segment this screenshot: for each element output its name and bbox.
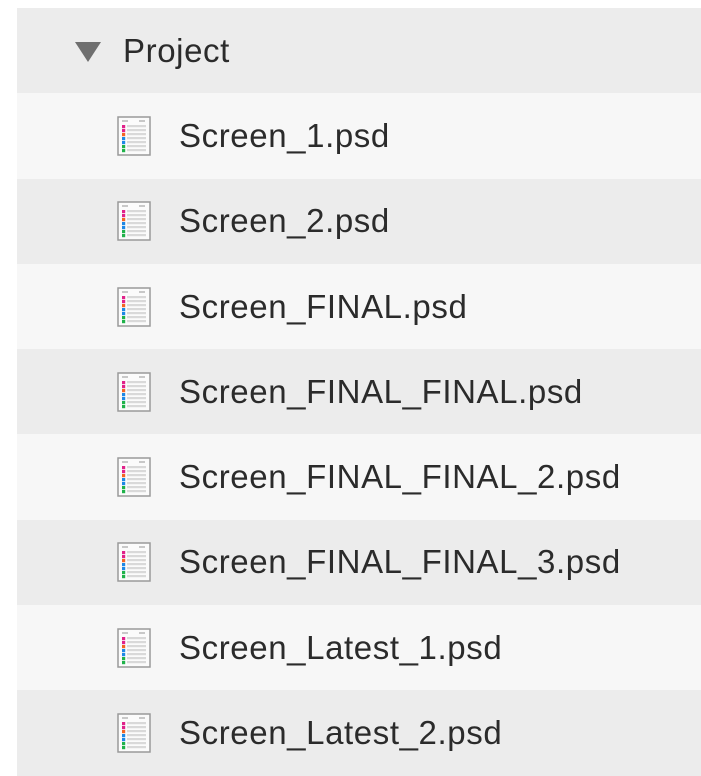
triangle-down-icon[interactable] — [75, 41, 101, 62]
file-row-screen-latest-1[interactable]: Screen_Latest_1.psd — [17, 605, 701, 691]
psd-file-icon — [117, 286, 151, 327]
project-folder-row[interactable]: Project — [17, 8, 701, 94]
file-name: Screen_Latest_2.psd — [179, 714, 503, 752]
psd-file-icon — [117, 201, 151, 241]
psd-file-icon — [117, 457, 151, 497]
psd-file-icon — [117, 627, 151, 668]
project-folder-label: Project — [123, 31, 230, 69]
psd-file-icon — [117, 713, 151, 753]
file-name: Screen_Latest_1.psd — [179, 628, 503, 666]
file-name: Screen_FINAL_FINAL.psd — [179, 372, 583, 410]
file-name: Screen_FINAL.psd — [179, 287, 468, 325]
file-row-screen-final-final[interactable]: Screen_FINAL_FINAL.psd — [17, 349, 701, 435]
file-name: Screen_1.psd — [179, 116, 390, 154]
file-row-screen-2[interactable]: Screen_2.psd — [17, 178, 701, 264]
file-name: Screen_FINAL_FINAL_2.psd — [179, 458, 621, 496]
file-name: Screen_FINAL_FINAL_3.psd — [179, 543, 621, 581]
psd-file-icon — [117, 372, 151, 412]
file-tree: Project Screen_1.psd Screen_2.psd Screen… — [17, 8, 701, 776]
file-name: Screen_2.psd — [179, 202, 390, 240]
file-row-screen-latest-2[interactable]: Screen_Latest_2.psd — [17, 690, 701, 776]
file-row-screen-final-final-2[interactable]: Screen_FINAL_FINAL_2.psd — [17, 434, 701, 520]
file-row-screen-final-final-3[interactable]: Screen_FINAL_FINAL_3.psd — [17, 519, 701, 606]
file-row-screen-final[interactable]: Screen_FINAL.psd — [17, 263, 701, 350]
psd-file-icon — [117, 116, 151, 156]
psd-file-icon — [117, 542, 151, 583]
file-row-screen-1[interactable]: Screen_1.psd — [17, 93, 701, 179]
